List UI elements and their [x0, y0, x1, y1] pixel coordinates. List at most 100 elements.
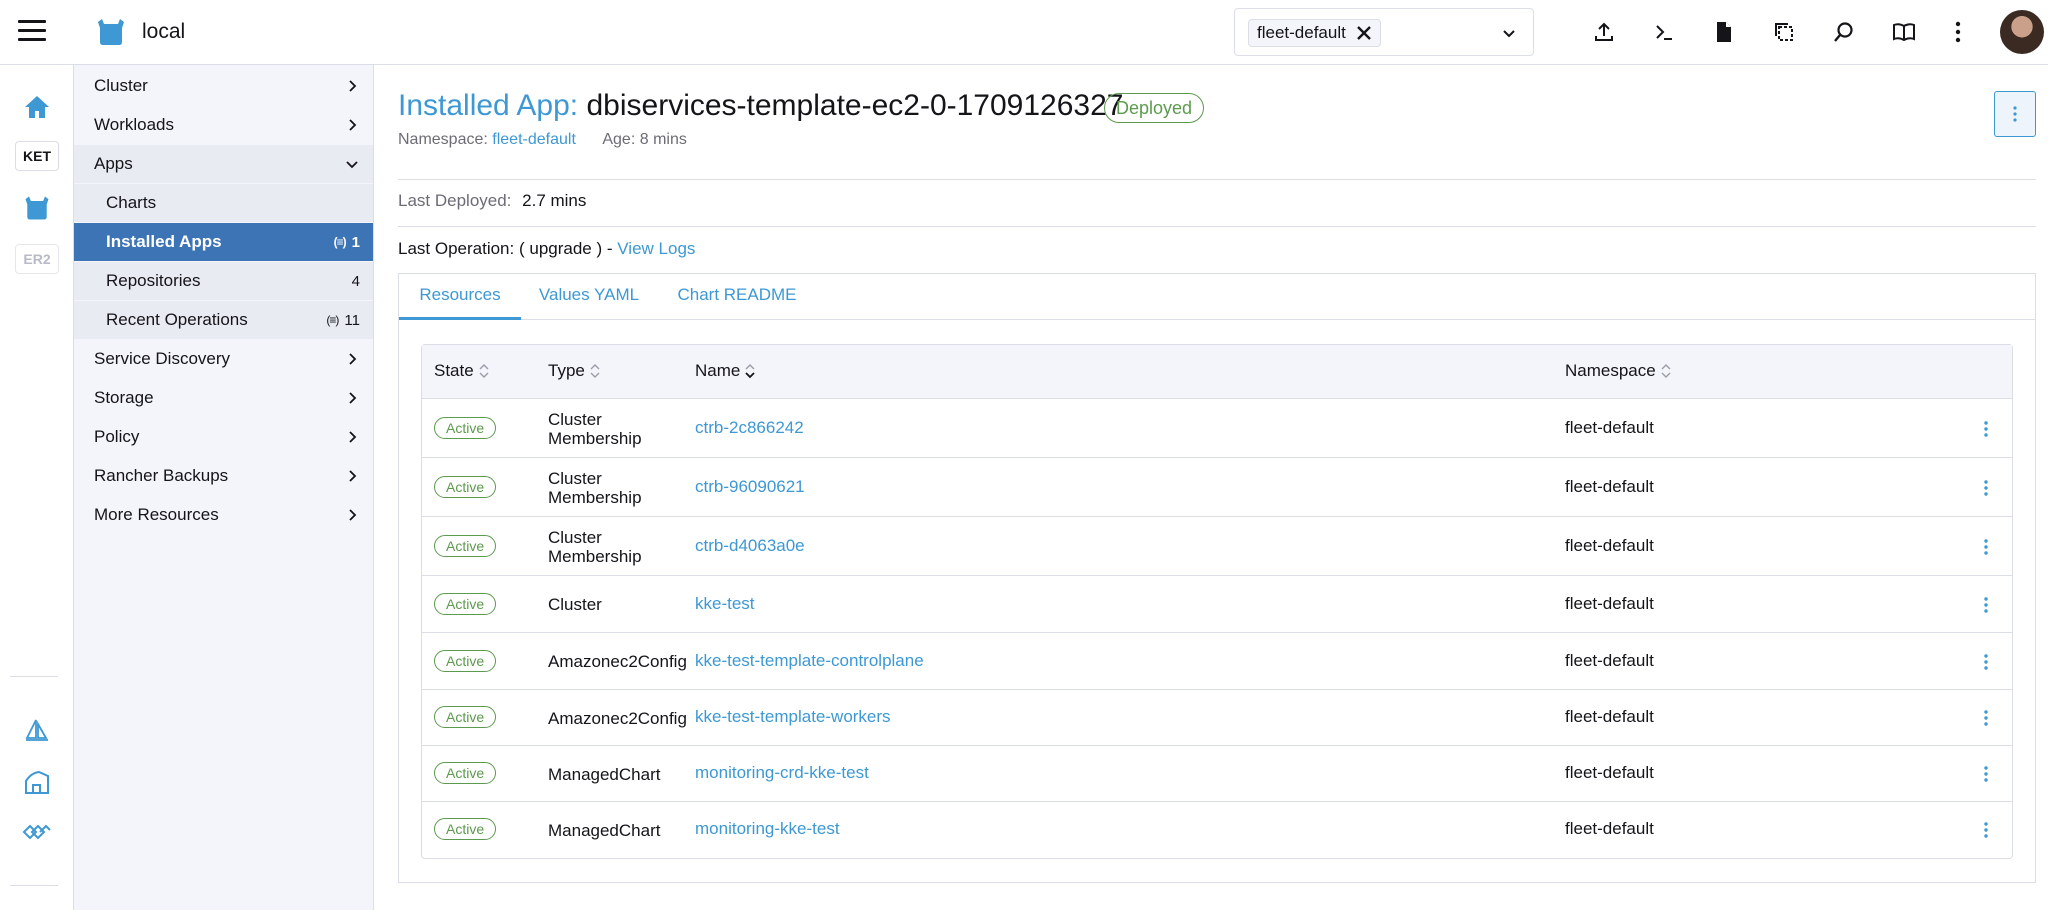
type-cell: Cluster Membership	[548, 527, 642, 566]
resource-link[interactable]: ctrb-d4063a0e	[695, 536, 805, 556]
table-row[interactable]: Active Cluster Membership ctrb-d4063a0e fle…	[422, 517, 2012, 576]
page-title: Installed App: dbiservices-template-ec2-…	[398, 89, 1123, 123]
home-icon[interactable]	[12, 90, 62, 124]
chevron-right-icon	[349, 80, 357, 92]
close-icon[interactable]	[1354, 23, 1374, 43]
state-cell: Active	[434, 475, 497, 498]
resource-link[interactable]: kke-test-template-workers	[695, 707, 891, 727]
chevron-right-icon	[349, 392, 357, 404]
search-icon[interactable]	[1830, 18, 1858, 46]
column-header-namespace[interactable]: Namespace	[1565, 361, 1672, 381]
row-actions-icon[interactable]	[1976, 419, 1996, 439]
nav-repositories[interactable]: Repositories 4	[74, 262, 373, 300]
rail-divider-bottom	[10, 885, 58, 886]
nav-apps[interactable]: Apps	[74, 145, 373, 183]
hamburger-menu-icon[interactable]	[18, 20, 46, 44]
nav-policy[interactable]: Policy	[74, 418, 373, 456]
nav-storage[interactable]: Storage	[74, 379, 373, 417]
virtualization-icon[interactable]	[12, 765, 62, 799]
name-cell: ctrb-2c866242	[695, 418, 804, 438]
tab-chart-readme[interactable]: Chart README	[657, 274, 817, 320]
row-actions-icon[interactable]	[1976, 764, 1996, 784]
nav-recent-operations[interactable]: Recent Operations (≡) 11	[74, 301, 373, 339]
nav-more-resources[interactable]: More Resources	[74, 496, 373, 534]
table-row[interactable]: Active Cluster Membership ctrb-96090621 fle…	[422, 458, 2012, 517]
namespace-cell: fleet-default	[1565, 476, 1654, 496]
state-badge: Active	[434, 649, 497, 672]
row-actions-icon[interactable]	[1976, 478, 1996, 498]
tab-bar: Resources Values YAML Chart README	[399, 274, 2035, 320]
rail-cluster-er2[interactable]: ER2	[12, 242, 62, 276]
row-actions-icon[interactable]	[1976, 537, 1996, 557]
docs-book-icon[interactable]	[1890, 18, 1918, 46]
column-header-type[interactable]: Type	[548, 361, 601, 381]
chevron-right-icon	[349, 431, 357, 443]
more-actions-icon[interactable]	[1944, 18, 1972, 46]
nav-service-discovery[interactable]: Service Discovery	[74, 340, 373, 378]
nav-workloads[interactable]: Workloads	[74, 106, 373, 144]
resource-link[interactable]: ctrb-2c866242	[695, 418, 804, 438]
divider	[398, 179, 2036, 180]
row-actions-icon[interactable]	[1976, 595, 1996, 615]
table-row[interactable]: Active Amazonec2Config kke-test-template-c…	[422, 633, 2012, 690]
state-cell: Active	[434, 534, 497, 557]
kubectl-shell-icon[interactable]	[1650, 18, 1678, 46]
table-row[interactable]: Active ManagedChart monitoring-kke-test fle…	[422, 802, 2012, 858]
column-header-state[interactable]: State	[434, 361, 490, 381]
page-title-label[interactable]: Installed App:	[398, 89, 578, 122]
tab-resources[interactable]: Resources	[399, 274, 521, 320]
import-yaml-icon[interactable]	[1590, 18, 1618, 46]
nav-label: Repositories	[106, 271, 201, 290]
resource-link[interactable]: kke-test	[695, 594, 755, 614]
state-badge: Active	[434, 592, 497, 615]
state-cell: Active	[434, 706, 497, 728]
view-logs-link[interactable]: View Logs	[617, 239, 695, 258]
nav-label: Recent Operations	[106, 310, 248, 329]
type-cell: Amazonec2Config	[548, 708, 687, 728]
nav-cluster[interactable]: Cluster	[74, 67, 373, 105]
cluster-name[interactable]: local	[142, 20, 185, 44]
resource-link[interactable]: monitoring-crd-kke-test	[695, 763, 869, 783]
state-badge: Active	[434, 416, 497, 439]
row-actions-icon[interactable]	[1976, 652, 1996, 672]
extensions-icon[interactable]	[12, 815, 62, 849]
fleet-sail-icon[interactable]	[12, 714, 62, 748]
state-cell: Active	[434, 592, 497, 615]
state-badge: Active	[434, 475, 497, 498]
resource-link[interactable]: monitoring-kke-test	[695, 819, 840, 839]
nav-rancher-backups[interactable]: Rancher Backups	[74, 457, 373, 495]
row-actions-icon[interactable]	[1976, 708, 1996, 728]
namespaced-icon: (≡)	[333, 235, 347, 249]
nav-label: Storage	[94, 388, 154, 407]
table-row[interactable]: Active Cluster kke-test fleet-default	[422, 576, 2012, 633]
copy-kubeconfig-icon[interactable]	[1770, 18, 1798, 46]
table-row[interactable]: Active ManagedChart monitoring-crd-kke-tes…	[422, 746, 2012, 802]
nav-label: Charts	[106, 193, 157, 212]
tab-values-yaml[interactable]: Values YAML	[521, 274, 657, 320]
name-cell: kke-test-template-workers	[695, 707, 891, 727]
table-row[interactable]: Active Amazonec2Config kke-test-template-w…	[422, 690, 2012, 746]
rail-cluster-local[interactable]	[12, 191, 62, 225]
row-actions-icon[interactable]	[1976, 820, 1996, 840]
nav-charts[interactable]: Charts	[74, 184, 373, 222]
name-cell: ctrb-96090621	[695, 477, 805, 497]
namespace-filter[interactable]: fleet-default	[1234, 8, 1534, 56]
sort-icon	[590, 364, 600, 378]
nav-installed-apps[interactable]: Installed Apps (≡) 1	[74, 223, 373, 261]
namespace-link[interactable]: fleet-default	[492, 131, 576, 148]
user-avatar[interactable]	[2000, 10, 2044, 54]
rail-cluster-ket[interactable]: KET	[12, 139, 62, 173]
column-header-name[interactable]: Name	[695, 361, 756, 381]
resource-link[interactable]: ctrb-96090621	[695, 477, 805, 497]
name-cell: monitoring-kke-test	[695, 819, 840, 839]
chevron-down-icon[interactable]	[1501, 25, 1517, 41]
type-cell: ManagedChart	[548, 764, 661, 784]
resource-link[interactable]: kke-test-template-controlplane	[695, 651, 924, 671]
actions-menu-button[interactable]	[1994, 91, 2036, 137]
kubeconfig-file-icon[interactable]	[1710, 18, 1738, 46]
table-row[interactable]: Active Cluster Membership ctrb-2c866242 fle…	[422, 399, 2012, 458]
namespace-cell: fleet-default	[1565, 417, 1654, 437]
cluster-logo-icon[interactable]	[94, 18, 128, 46]
nav-label: Installed Apps	[106, 232, 222, 251]
sort-icon	[479, 364, 489, 378]
